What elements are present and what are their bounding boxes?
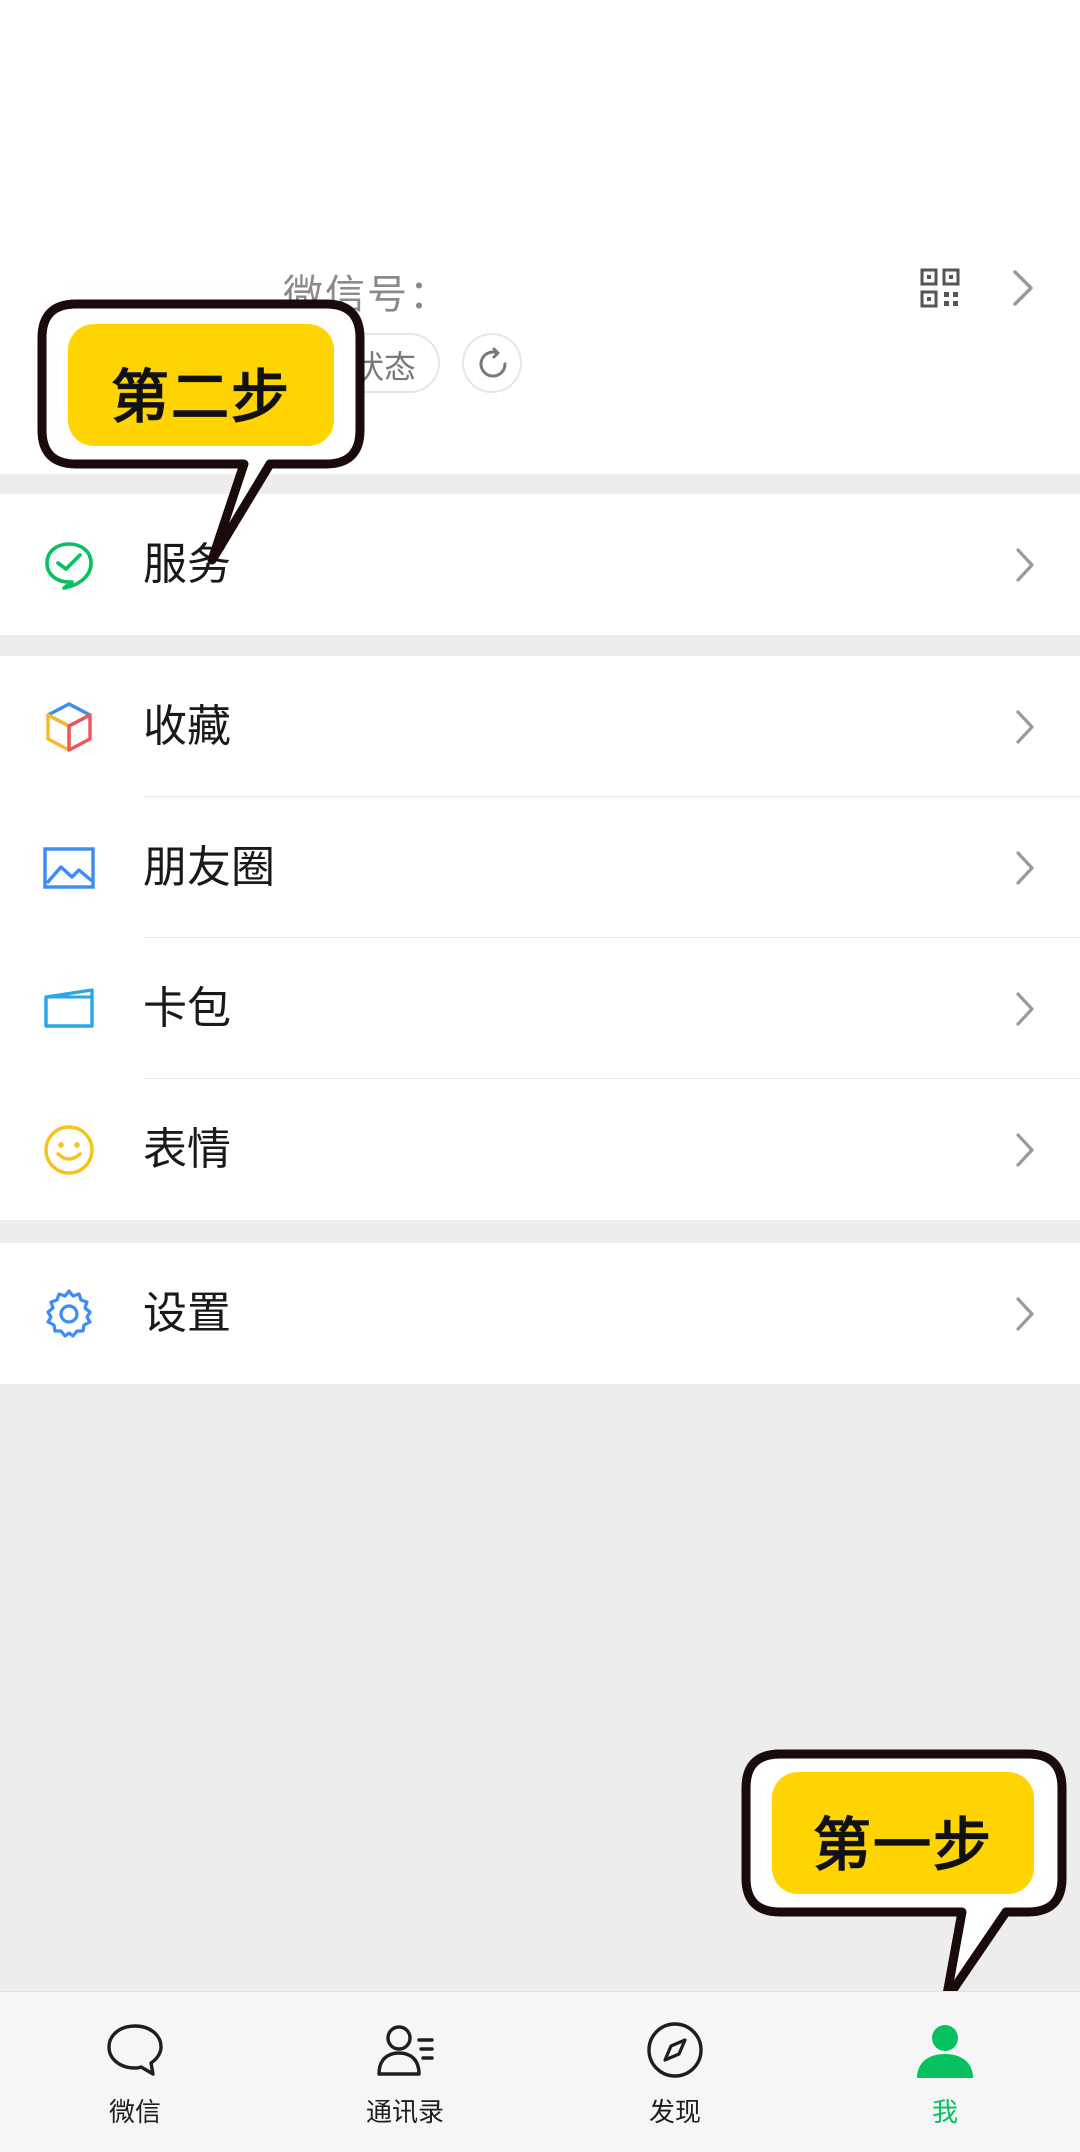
chevron-right-icon (1016, 1133, 1034, 1167)
moments-image-icon (43, 847, 95, 889)
tab-chats[interactable]: 微信 (0, 1992, 270, 2152)
tab-discover[interactable]: 发现 (540, 1992, 810, 2152)
contacts-icon (377, 2025, 434, 2076)
menu-item-moments[interactable]: 朋友圈 (0, 797, 1080, 938)
qr-code-icon[interactable] (920, 268, 960, 308)
menu-item-stickers[interactable]: 表情 (0, 1079, 1080, 1220)
chevron-right-icon (1016, 1297, 1034, 1331)
step-one-callout: 第一步 (740, 1748, 1068, 2006)
chat-bubble-icon (107, 2024, 163, 2076)
tab-contacts[interactable]: 通讯录 (270, 1992, 540, 2152)
chevron-right-icon[interactable] (1010, 268, 1036, 308)
user-profile-icon (917, 2025, 973, 2078)
refresh-icon (479, 347, 507, 378)
menu-item-label: 表情 (143, 1124, 231, 1175)
menu-item-label: 卡包 (143, 983, 231, 1034)
tab-me[interactable]: 我 (810, 1992, 1080, 2152)
card-wallet-icon (44, 988, 94, 1028)
tab-label: 发现 (648, 2098, 701, 2128)
chevron-right-icon (1016, 992, 1034, 1026)
step-two-label: 第二步 (110, 363, 291, 431)
tab-label: 微信 (108, 2098, 161, 2128)
step-one-label: 第一步 (812, 1811, 993, 1879)
menu-item-label: 收藏 (143, 701, 231, 752)
bottom-tab-bar: 微信 通讯录 发现 我 (0, 1991, 1080, 2152)
compass-icon (647, 2022, 703, 2078)
step-two-callout: 第二步 (36, 298, 366, 568)
menu-item-settings[interactable]: 设置 (0, 1243, 1080, 1384)
chevron-right-icon (1016, 851, 1034, 885)
tab-label: 我 (931, 2098, 958, 2128)
gear-icon (46, 1289, 92, 1338)
menu-item-label: 朋友圈 (143, 842, 275, 893)
menu-item-favorites[interactable]: 收藏 (0, 656, 1080, 797)
tab-label: 通讯录 (365, 2098, 444, 2128)
chevron-right-icon (1016, 548, 1034, 582)
settings-group: 设置 (0, 1243, 1080, 1384)
menu-item-card-wallet[interactable]: 卡包 (0, 938, 1080, 1079)
favorites-cube-icon (46, 702, 92, 752)
features-group: 收藏 朋友圈 卡包 表情 (0, 656, 1080, 1220)
sticker-smiley-icon (44, 1125, 94, 1175)
menu-item-label: 设置 (143, 1288, 231, 1339)
chevron-right-icon (1016, 710, 1034, 744)
